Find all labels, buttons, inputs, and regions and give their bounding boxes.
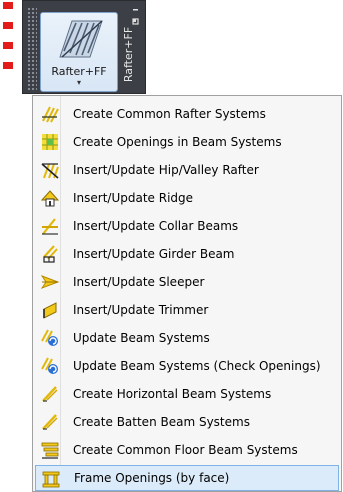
menu-item-update-beam-systems-check-openings[interactable]: Update Beam Systems (Check Openings) <box>35 353 339 379</box>
trimmer-icon <box>43 302 57 319</box>
menu-item-label: Insert/Update Ridge <box>73 191 194 205</box>
annotation-marker <box>0 0 20 80</box>
menu-item-insert-update-sleeper[interactable]: Insert/Update Sleeper <box>35 269 339 295</box>
menu-item-label: Insert/Update Trimmer <box>73 303 209 317</box>
panel-tab-rafter-ff[interactable]: Rafter+FF <box>121 19 137 89</box>
rafter-ff-dropdown-menu: Create Common Rafter Systems Create Open… <box>32 95 342 492</box>
menu-item-label: Insert/Update Hip/Valley Rafter <box>73 163 259 177</box>
menu-item-create-common-floor-beam-systems[interactable]: Create Common Floor Beam Systems <box>35 437 339 463</box>
floor-beam-icon <box>41 442 59 459</box>
menu-item-label: Create Batten Beam Systems <box>73 415 250 429</box>
menu-item-label: Insert/Update Girder Beam <box>73 247 235 261</box>
beam-openings-icon <box>42 134 58 150</box>
menu-item-insert-update-collar-beams[interactable]: Insert/Update Collar Beams <box>35 213 339 239</box>
menu-item-create-horizontal-beam-systems[interactable]: Create Horizontal Beam Systems <box>35 381 339 407</box>
menu-item-label: Insert/Update Sleeper <box>73 275 205 289</box>
panel-grip-handle[interactable] <box>27 7 37 91</box>
menu-item-create-batten-beam-systems[interactable]: Create Batten Beam Systems <box>35 409 339 435</box>
ridge-icon <box>41 190 59 207</box>
menu-item-label: Create Openings in Beam Systems <box>73 135 282 149</box>
update-beam-systems-check-icon <box>41 357 58 374</box>
menu-item-label: Insert/Update Collar Beams <box>73 219 239 233</box>
frame-openings-icon <box>42 471 60 488</box>
menu-item-label: Update Beam Systems (Check Openings) <box>73 359 321 373</box>
menu-item-label: Create Common Rafter Systems <box>73 107 266 121</box>
menu-item-insert-update-trimmer[interactable]: Insert/Update Trimmer <box>35 297 339 323</box>
rafter-ff-button-label: Rafter+FF <box>51 65 107 78</box>
menu-item-label: Frame Openings (by face) <box>74 471 230 485</box>
batten-beam-icon <box>42 414 58 430</box>
menu-item-frame-openings-by-face[interactable]: Frame Openings (by face) <box>35 465 339 491</box>
menu-item-insert-update-ridge[interactable]: Insert/Update Ridge <box>35 185 339 211</box>
rafter-ff-split-button[interactable]: Rafter+FF ▾ <box>40 12 118 92</box>
hip-valley-rafter-icon <box>41 163 59 179</box>
menu-item-label: Create Horizontal Beam Systems <box>73 387 272 401</box>
chevron-down-icon[interactable]: ▾ <box>41 78 117 87</box>
horizontal-beam-icon <box>42 386 58 402</box>
menu-item-label: Create Common Floor Beam Systems <box>73 443 298 457</box>
menu-item-label: Update Beam Systems <box>73 331 210 345</box>
panel-options-icon[interactable] <box>131 7 141 29</box>
panel-tab-label: Rafter+FF <box>122 26 136 82</box>
menu-item-create-openings-in-beam-systems[interactable]: Create Openings in Beam Systems <box>35 129 339 155</box>
menu-item-insert-update-girder-beam[interactable]: Insert/Update Girder Beam <box>35 241 339 267</box>
sleeper-icon <box>41 275 59 289</box>
collar-beam-icon <box>42 218 58 235</box>
rafter-roof-icon <box>59 20 103 58</box>
girder-beam-icon <box>43 245 58 263</box>
update-beam-systems-icon <box>41 329 58 346</box>
common-rafter-icon <box>42 106 59 123</box>
menu-item-update-beam-systems[interactable]: Update Beam Systems <box>35 325 339 351</box>
menu-item-insert-update-hip-valley-rafter[interactable]: Insert/Update Hip/Valley Rafter <box>35 157 339 183</box>
menu-item-create-common-rafter-systems[interactable]: Create Common Rafter Systems <box>35 101 339 127</box>
ribbon-panel: Rafter+FF ▾ Rafter+FF <box>22 0 146 94</box>
